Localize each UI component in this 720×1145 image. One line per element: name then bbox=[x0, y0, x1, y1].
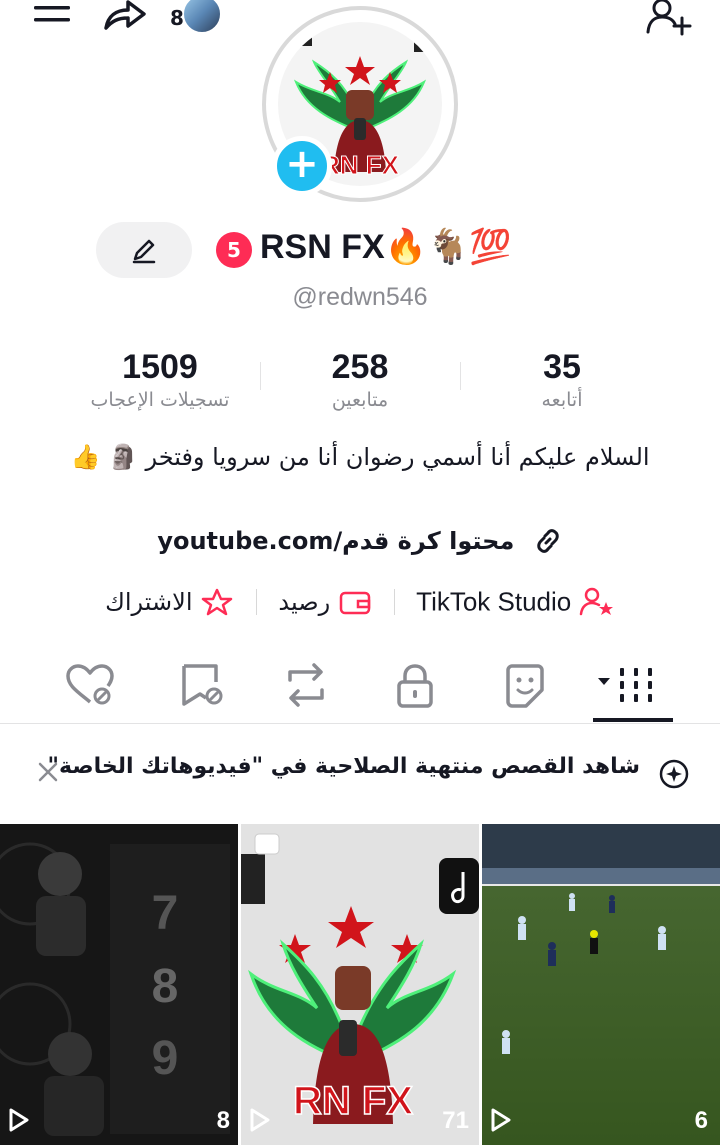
likes-count: 1509 bbox=[122, 348, 198, 386]
video-thumbnail-image: RN FX bbox=[241, 824, 479, 1145]
display-name: RSN FX🔥🐐💯 bbox=[260, 228, 512, 266]
play-icon bbox=[9, 1108, 29, 1132]
edit-profile-button[interactable] bbox=[96, 222, 192, 278]
stickers-tab-icon[interactable] bbox=[494, 660, 554, 710]
followers-label: متابعين bbox=[331, 389, 389, 411]
balance-button[interactable]: رصيد bbox=[278, 587, 371, 617]
liked-videos-tab-icon[interactable] bbox=[60, 660, 120, 710]
add-friend-icon[interactable] bbox=[646, 0, 692, 36]
username: @redwn546 bbox=[292, 283, 428, 311]
bio-link-text: youtube.com/محتوا كرة قدم bbox=[157, 527, 515, 555]
action-divider bbox=[393, 589, 395, 615]
creator-star-icon bbox=[579, 587, 613, 616]
add-story-button[interactable]: + bbox=[272, 136, 332, 196]
video-view-count: 8 bbox=[216, 1107, 230, 1134]
stat-divider bbox=[460, 362, 461, 390]
video-view-count: 6 bbox=[694, 1107, 708, 1134]
studio-label: TikTok Studio bbox=[416, 586, 572, 617]
active-tab-indicator bbox=[593, 718, 673, 722]
video-grid: 7 8 9 8 RN FX 71 6 bbox=[0, 824, 720, 1145]
mini-avatar-count: 8 bbox=[170, 6, 184, 30]
balance-label: رصيد bbox=[278, 588, 331, 616]
subscription-label: الاشتراك bbox=[105, 588, 193, 616]
video-overlay-digit: 9 bbox=[152, 1032, 179, 1085]
stat-followers[interactable]: 258 متابعين bbox=[260, 346, 460, 412]
video-overlay-text: RN FX bbox=[293, 1079, 413, 1123]
bio-link[interactable]: youtube.com/محتوا كرة قدم bbox=[0, 526, 720, 556]
video-thumbnail[interactable]: RN FX 71 bbox=[241, 824, 479, 1145]
notification-badge[interactable]: 5 bbox=[216, 232, 252, 268]
video-thumbnail-image: 7 8 9 bbox=[0, 824, 238, 1145]
profile-actions: الاشتراك رصيد TikTok Studio bbox=[0, 586, 720, 626]
star-badge-icon bbox=[201, 588, 233, 616]
menu-icon[interactable] bbox=[32, 2, 72, 32]
stat-following[interactable]: 35 أتابعه bbox=[462, 346, 662, 412]
expired-stories-banner[interactable]: شاهد القصص منتهية الصلاحية في "فيديوهاتك… bbox=[0, 740, 720, 804]
stat-likes[interactable]: 1509 تسجيلات الإعجاب bbox=[60, 346, 260, 412]
video-thumbnail-image bbox=[482, 824, 720, 1145]
pencil-icon bbox=[132, 239, 156, 264]
followers-count: 258 bbox=[331, 348, 389, 386]
likes-label: تسجيلات الإعجاب bbox=[90, 389, 230, 411]
action-divider bbox=[255, 589, 257, 615]
mini-avatar-image bbox=[182, 0, 222, 34]
play-icon bbox=[250, 1108, 270, 1132]
link-icon bbox=[536, 529, 559, 553]
sparkle-icon bbox=[659, 759, 689, 789]
video-overlay-digit: 7 bbox=[152, 887, 179, 940]
profile-tabs bbox=[0, 652, 720, 724]
bio-text: السلام عليكم أنا أسمي رضوان أنا من سرويا… bbox=[70, 443, 650, 471]
play-icon bbox=[491, 1108, 511, 1132]
subscription-button[interactable]: الاشتراك bbox=[105, 587, 234, 617]
banner-text: شاهد القصص منتهية الصلاحية في "فيديوهاتك… bbox=[47, 754, 640, 779]
video-thumbnail[interactable]: 7 8 9 8 bbox=[0, 824, 238, 1145]
favorites-tab-icon[interactable] bbox=[172, 660, 232, 710]
video-view-count: 71 bbox=[442, 1107, 469, 1134]
story-avatar[interactable]: 8 bbox=[170, 0, 228, 38]
wallet-icon bbox=[339, 591, 371, 615]
share-icon[interactable] bbox=[100, 0, 148, 34]
avatar-overlay-text: RN FX bbox=[321, 150, 400, 180]
video-thumbnail[interactable]: 6 bbox=[482, 824, 720, 1145]
videos-grid-tab-icon[interactable] bbox=[596, 660, 662, 710]
video-overlay-digit: 8 bbox=[152, 960, 179, 1013]
tiktok-studio-button[interactable]: TikTok Studio bbox=[416, 586, 615, 618]
following-label: أتابعه bbox=[541, 389, 583, 411]
following-count: 35 bbox=[543, 348, 581, 386]
reposts-tab-icon[interactable] bbox=[276, 660, 336, 710]
private-videos-tab-icon[interactable] bbox=[385, 660, 445, 710]
